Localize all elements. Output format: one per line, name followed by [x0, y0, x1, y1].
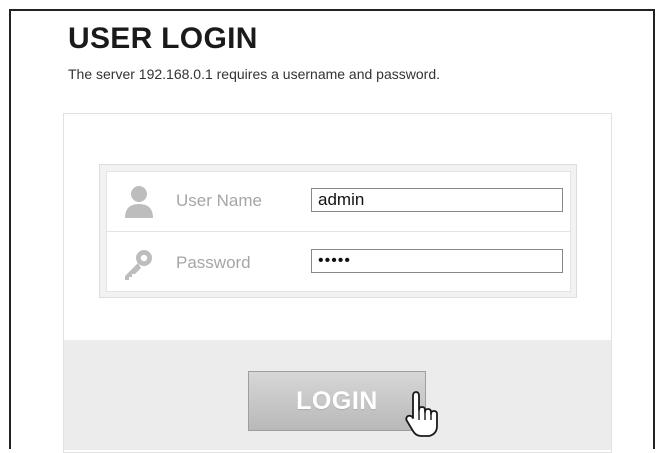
password-input[interactable] — [311, 249, 563, 273]
username-input[interactable] — [311, 188, 563, 212]
login-button[interactable]: LOGIN — [248, 371, 426, 431]
password-label: Password — [176, 253, 251, 272]
key-icon — [125, 250, 152, 280]
user-icon — [125, 186, 153, 218]
page-title: USER LOGIN — [68, 22, 258, 55]
hand-pointer-icon — [405, 391, 438, 437]
row-divider — [106, 231, 571, 232]
page-subtitle: The server 192.168.0.1 requires a userna… — [68, 66, 440, 82]
username-label: User Name — [176, 191, 262, 210]
